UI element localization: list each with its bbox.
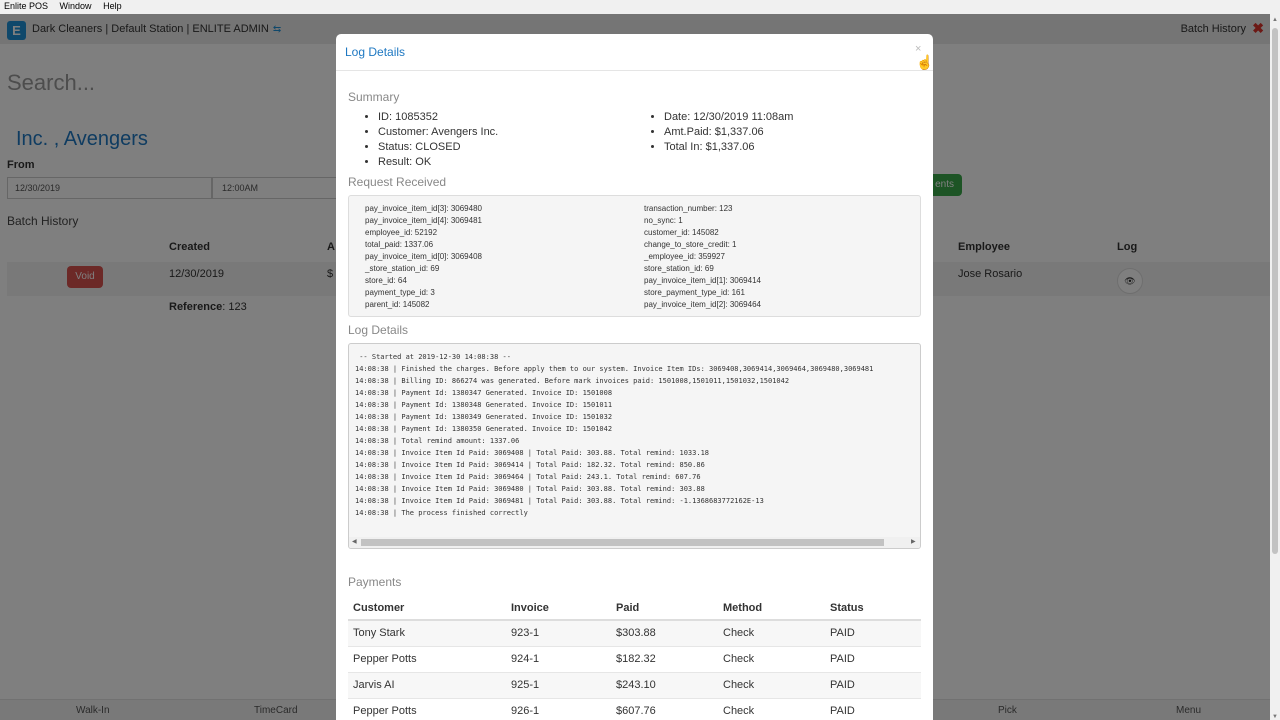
scrollbar-thumb[interactable] xyxy=(1272,28,1278,554)
request-param: employee_id: 52192 xyxy=(365,228,438,237)
request-param: parent_id: 145082 xyxy=(365,300,430,309)
col-method: Method xyxy=(718,596,825,621)
request-param: _store_station_id: 69 xyxy=(365,264,440,273)
log-line: 14:08:38 | The process finished correctl… xyxy=(355,509,528,517)
col-paid: Paid xyxy=(611,596,718,621)
cell-status: PAID xyxy=(825,697,921,720)
request-param: no_sync: 1 xyxy=(644,216,683,225)
log-line: 14:08:38 | Invoice Item Id Paid: 3069480… xyxy=(355,485,705,493)
log-line: 14:08:38 | Payment Id: 1380348 Generated… xyxy=(355,401,613,409)
cell-invoice: 925-1 xyxy=(506,671,611,698)
log-line: 14:08:38 | Total remind amount: 1337.06 xyxy=(355,437,520,445)
cell-customer: Tony Stark xyxy=(348,619,506,646)
scroll-up-arrow-icon[interactable]: ▲ xyxy=(1272,17,1278,23)
log-scrollbar-thumb[interactable] xyxy=(361,539,884,546)
summary-amt-paid: Amt.Paid: $1,337.06 xyxy=(664,125,793,140)
cell-paid: $182.32 xyxy=(611,645,718,672)
log-line: 14:08:38 | Invoice Item Id Paid: 3069464… xyxy=(355,473,701,481)
summary-result: Result: OK xyxy=(378,155,498,170)
request-param: total_paid: 1337.06 xyxy=(365,240,434,249)
summary-left-list: ID: 1085352 Customer: Avengers Inc. Stat… xyxy=(378,110,498,170)
log-line: -- Started at 2019-12-30 14:08:38 -- xyxy=(355,353,511,361)
modal-header: Log Details × ☝ xyxy=(336,34,933,71)
cell-paid: $607.76 xyxy=(611,697,718,720)
log-line: 14:08:38 | Invoice Item Id Paid: 3069481… xyxy=(355,497,764,505)
table-row: Pepper Potts 926-1 $607.76 Check PAID xyxy=(348,697,921,720)
summary-date: Date: 12/30/2019 11:08am xyxy=(664,110,793,125)
log-line: 14:08:38 | Finished the charges. Before … xyxy=(355,365,874,373)
payments-title: Payments xyxy=(348,575,402,589)
cell-status: PAID xyxy=(825,645,921,672)
scroll-down-arrow-icon[interactable]: ▼ xyxy=(1272,714,1278,720)
request-param: store_id: 64 xyxy=(365,276,407,285)
request-left-column: pay_invoice_item_id[3]: 3069480 pay_invoi… xyxy=(365,203,482,311)
request-param: pay_invoice_item_id[2]: 3069464 xyxy=(644,300,761,309)
request-param: pay_invoice_item_id[3]: 3069480 xyxy=(365,204,482,213)
col-status: Status xyxy=(825,596,921,621)
mouse-cursor-icon: ☝ xyxy=(916,54,933,70)
table-row: Pepper Potts 924-1 $182.32 Check PAID xyxy=(348,645,921,672)
request-param: customer_id: 145082 xyxy=(644,228,719,237)
request-param: transaction_number: 123 xyxy=(644,204,733,213)
request-box: pay_invoice_item_id[3]: 3069480 pay_invoi… xyxy=(348,195,921,317)
request-param: pay_invoice_item_id[1]: 3069414 xyxy=(644,276,761,285)
summary-right-list: Date: 12/30/2019 11:08am Amt.Paid: $1,33… xyxy=(664,110,793,155)
table-row: Tony Stark 923-1 $303.88 Check PAID xyxy=(348,619,921,646)
summary-status: Status: CLOSED xyxy=(378,140,498,155)
window-scrollbar[interactable]: ▲ ▼ xyxy=(1270,14,1280,720)
request-param: pay_invoice_item_id[0]: 3069408 xyxy=(365,252,482,261)
cell-paid: $243.10 xyxy=(611,671,718,698)
log-line: 14:08:38 | Payment Id: 1380347 Generated… xyxy=(355,389,613,397)
payments-header-row: Customer Invoice Paid Method Status xyxy=(348,596,921,621)
cell-method: Check xyxy=(718,619,825,646)
request-param: payment_type_id: 3 xyxy=(365,288,435,297)
menu-enlite-pos[interactable]: Enlite POS xyxy=(4,1,48,11)
modal-title: Log Details xyxy=(345,45,406,59)
log-output[interactable]: -- Started at 2019-12-30 14:08:38 -- 14:0… xyxy=(348,343,921,549)
request-title: Request Received xyxy=(348,175,447,189)
log-lines: -- Started at 2019-12-30 14:08:38 -- 14:0… xyxy=(355,351,873,519)
summary-title: Summary xyxy=(348,90,400,104)
cell-invoice: 926-1 xyxy=(506,697,611,720)
scroll-right-arrow-icon[interactable]: ▶ xyxy=(911,538,916,545)
cell-paid: $303.88 xyxy=(611,619,718,646)
menu-help[interactable]: Help xyxy=(103,1,122,11)
table-row: Jarvis AI 925-1 $243.10 Check PAID xyxy=(348,671,921,698)
request-param: change_to_store_credit: 1 xyxy=(644,240,737,249)
summary-customer: Customer: Avengers Inc. xyxy=(378,125,498,140)
log-details-title: Log Details xyxy=(348,323,409,337)
cell-method: Check xyxy=(718,671,825,698)
summary-total-in: Total In: $1,337.06 xyxy=(664,140,793,155)
scroll-left-arrow-icon[interactable]: ◀ xyxy=(352,538,357,545)
request-param: pay_invoice_item_id[4]: 3069481 xyxy=(365,216,482,225)
log-horizontal-scrollbar[interactable]: ◀ ▶ xyxy=(349,537,920,548)
log-line: 14:08:38 | Invoice Item Id Paid: 3069414… xyxy=(355,461,705,469)
request-param: store_station_id: 69 xyxy=(644,264,714,273)
request-right-column: transaction_number: 123 no_sync: 1 custome… xyxy=(644,203,761,311)
cell-method: Check xyxy=(718,645,825,672)
cell-customer: Pepper Potts xyxy=(348,645,506,672)
col-invoice: Invoice xyxy=(506,596,611,621)
log-line: 14:08:38 | Payment Id: 1380349 Generated… xyxy=(355,413,613,421)
col-customer: Customer xyxy=(348,596,506,621)
log-line: 14:08:38 | Invoice Item Id Paid: 3069408… xyxy=(355,449,710,457)
request-param: _employee_id: 359927 xyxy=(644,252,725,261)
cell-status: PAID xyxy=(825,619,921,646)
cell-invoice: 923-1 xyxy=(506,619,611,646)
cell-method: Check xyxy=(718,697,825,720)
request-param: store_payment_type_id: 161 xyxy=(644,288,745,297)
log-line: 14:08:38 | Payment Id: 1380350 Generated… xyxy=(355,425,613,433)
cell-status: PAID xyxy=(825,671,921,698)
summary-id: ID: 1085352 xyxy=(378,110,498,125)
payments-table: Customer Invoice Paid Method Status Tony… xyxy=(348,596,921,720)
log-line: 14:08:38 | Billing ID: 866274 was genera… xyxy=(355,377,790,385)
cell-invoice: 924-1 xyxy=(506,645,611,672)
cell-customer: Pepper Potts xyxy=(348,697,506,720)
log-details-modal: Log Details × ☝ Summary ID: 1085352 Cust… xyxy=(336,34,933,720)
menu-window[interactable]: Window xyxy=(60,1,92,11)
menubar: Enlite POS Window Help xyxy=(0,0,1280,14)
cell-customer: Jarvis AI xyxy=(348,671,506,698)
